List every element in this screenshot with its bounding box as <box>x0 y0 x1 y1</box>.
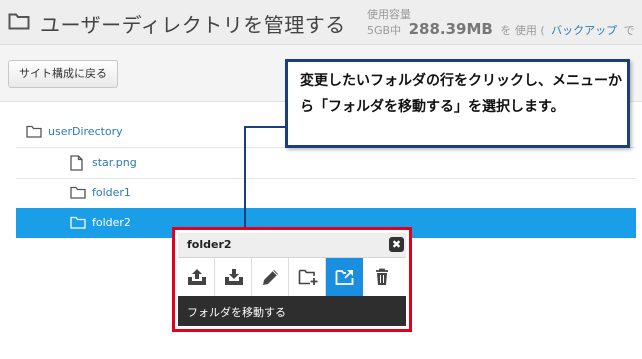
status-text: フォルダを移動する <box>187 306 286 319</box>
tree-row-label: userDirectory <box>48 125 123 138</box>
tree-row-label: star.png <box>92 156 137 169</box>
instruction-callout: 変更したいフォルダの行をクリックし、メニューから「フォルダを移動する」を選択しま… <box>285 59 630 148</box>
move-folder-button[interactable] <box>326 258 363 296</box>
folder-icon <box>26 125 42 141</box>
usage-summary: 5GB中 288.39MB を 使用 ( バックアップ で <box>367 20 635 38</box>
context-menu-header: folder2 ✖ <box>178 233 406 258</box>
delete-button[interactable] <box>363 258 400 296</box>
backup-suffix: で <box>623 24 635 37</box>
close-icon[interactable]: ✖ <box>389 237 404 252</box>
folder-icon <box>8 12 30 34</box>
context-menu-status: フォルダを移動する <box>178 296 406 326</box>
usage-capacity: 5GB中 <box>367 24 402 37</box>
context-menu-title: folder2 <box>187 238 232 251</box>
usage-suffix: を 使用 ( <box>500 24 545 37</box>
back-to-site-button[interactable]: サイト構成に戻る <box>8 60 118 88</box>
page-title: ユーザーディレクトリを管理する <box>40 13 346 37</box>
folder-icon <box>70 216 86 232</box>
file-icon <box>70 155 83 174</box>
tree-row-label: folder2 <box>92 216 131 229</box>
page-header: ユーザーディレクトリを管理する 使用容量 5GB中 288.39MB を 使用 … <box>0 0 642 45</box>
download-button[interactable] <box>215 258 252 296</box>
callout-text: 変更したいフォルダの行をクリックし、メニューから「フォルダを移動する」を選択しま… <box>300 73 622 115</box>
tree-row-label: folder1 <box>92 186 131 199</box>
upload-button[interactable] <box>178 258 215 296</box>
tree-row-star-png[interactable]: star.png <box>16 148 636 179</box>
usage-amount: 288.39MB <box>408 20 493 38</box>
backup-link[interactable]: バックアップ <box>551 24 617 37</box>
context-menu: folder2 ✖ フォルダを移動する <box>172 227 412 332</box>
new-folder-button[interactable] <box>289 258 326 296</box>
rename-button[interactable] <box>252 258 289 296</box>
context-menu-actions <box>178 258 406 296</box>
folder-icon <box>70 186 86 202</box>
callout-connector <box>244 126 285 128</box>
callout-connector <box>244 126 246 228</box>
tree-row-folder1[interactable]: folder1 <box>16 178 636 209</box>
